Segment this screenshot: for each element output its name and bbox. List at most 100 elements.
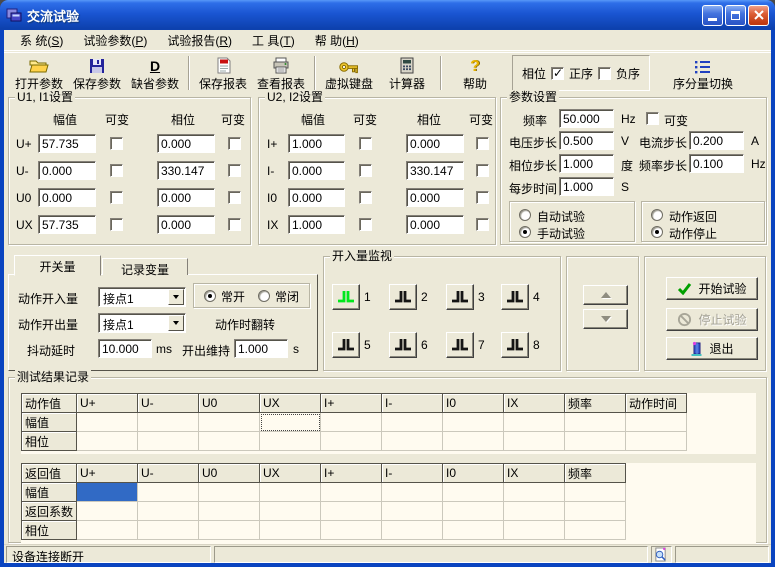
ix-phase-input[interactable] xyxy=(406,215,464,234)
exit-button[interactable]: 退出 xyxy=(666,337,758,360)
i0-phase-var-checkbox[interactable] xyxy=(476,191,489,204)
frequency-input[interactable] xyxy=(559,109,614,128)
menu-system[interactable]: 系 统(S) xyxy=(10,30,73,51)
result-cell[interactable] xyxy=(382,521,443,540)
u-minus-phase-var-checkbox[interactable] xyxy=(228,164,241,177)
result-cell[interactable] xyxy=(504,521,565,540)
u0-amp-var-checkbox[interactable] xyxy=(110,191,123,204)
result-cell[interactable] xyxy=(565,521,626,540)
action-return-radio[interactable] xyxy=(651,209,663,221)
u-minus-amp-var-checkbox[interactable] xyxy=(110,164,123,177)
result-cell[interactable] xyxy=(321,432,382,451)
i0-phase-input[interactable] xyxy=(406,188,464,207)
contact-indicator-4[interactable] xyxy=(501,284,529,310)
result-cell[interactable] xyxy=(565,432,626,451)
contact-indicator-8[interactable] xyxy=(501,332,529,358)
result-cell[interactable] xyxy=(382,432,443,451)
result-cell[interactable] xyxy=(565,502,626,521)
u-minus-phase-input[interactable] xyxy=(157,161,215,180)
action-stop-radio[interactable] xyxy=(651,226,663,238)
result-cell[interactable] xyxy=(504,483,565,502)
result-cell[interactable] xyxy=(138,502,199,521)
contact-indicator-1[interactable] xyxy=(332,284,360,310)
result-cell[interactable] xyxy=(138,432,199,451)
u0-phase-input[interactable] xyxy=(157,188,215,207)
result-cell[interactable] xyxy=(626,413,687,432)
ux-phase-input[interactable] xyxy=(157,215,215,234)
result-cell[interactable] xyxy=(504,413,565,432)
result-cell[interactable] xyxy=(199,502,260,521)
result-cell[interactable] xyxy=(565,413,626,432)
result-cell[interactable] xyxy=(565,483,626,502)
result-cell[interactable] xyxy=(504,432,565,451)
u-plus-amp-input[interactable] xyxy=(38,134,96,153)
result-cell[interactable] xyxy=(199,413,260,432)
result-cell[interactable] xyxy=(260,483,321,502)
result-cell[interactable] xyxy=(382,483,443,502)
result-cell[interactable] xyxy=(77,521,138,540)
freq-step-input[interactable] xyxy=(689,154,744,173)
contact-indicator-3[interactable] xyxy=(446,284,474,310)
ux-amp-input[interactable] xyxy=(38,215,96,234)
result-cell[interactable] xyxy=(443,413,504,432)
step-time-input[interactable] xyxy=(559,177,614,196)
report-search-button[interactable] xyxy=(651,546,672,563)
result-cell[interactable] xyxy=(138,521,199,540)
maximize-button[interactable] xyxy=(725,5,746,26)
result-cell[interactable] xyxy=(199,483,260,502)
result-cell[interactable] xyxy=(504,502,565,521)
result-cell[interactable] xyxy=(199,432,260,451)
result-cell[interactable] xyxy=(138,483,199,502)
phase-step-input[interactable] xyxy=(559,154,614,173)
tab-record-variable[interactable]: 记录变量 xyxy=(102,258,188,275)
normally-closed-radio[interactable] xyxy=(258,290,270,302)
default-params-button[interactable]: D 缺省参数 xyxy=(126,54,184,92)
result-cell[interactable] xyxy=(443,432,504,451)
result-cell[interactable] xyxy=(626,432,687,451)
contact-indicator-2[interactable] xyxy=(389,284,417,310)
i0-amp-var-checkbox[interactable] xyxy=(359,191,372,204)
calculator-button[interactable]: 计算器 xyxy=(378,54,436,92)
minimize-button[interactable] xyxy=(702,5,723,26)
result-cell[interactable] xyxy=(443,483,504,502)
menu-help[interactable]: 帮 助(H) xyxy=(305,30,369,51)
ix-phase-var-checkbox[interactable] xyxy=(476,218,489,231)
i-plus-amp-input[interactable] xyxy=(288,134,345,153)
result-cell[interactable] xyxy=(260,521,321,540)
i-minus-phase-var-checkbox[interactable] xyxy=(476,164,489,177)
u-plus-phase-input[interactable] xyxy=(157,134,215,153)
u-plus-phase-var-checkbox[interactable] xyxy=(228,137,241,150)
result-cell-selected[interactable] xyxy=(77,483,138,502)
current-step-input[interactable] xyxy=(689,131,744,150)
result-cell[interactable] xyxy=(443,521,504,540)
i-minus-amp-input[interactable] xyxy=(288,161,345,180)
help-button[interactable]: ? 帮助 xyxy=(446,54,504,92)
view-report-button[interactable]: 查看报表 xyxy=(252,54,310,92)
save-report-button[interactable]: 保存报表 xyxy=(194,54,252,92)
i-plus-phase-input[interactable] xyxy=(406,134,464,153)
close-button[interactable] xyxy=(748,5,769,26)
result-cell[interactable] xyxy=(321,483,382,502)
voltage-step-input[interactable] xyxy=(559,131,614,150)
normally-open-radio[interactable] xyxy=(204,290,216,302)
freq-variable-checkbox[interactable] xyxy=(646,112,659,125)
virtual-keyboard-button[interactable]: 虚拟键盘 xyxy=(320,54,378,92)
i-minus-amp-var-checkbox[interactable] xyxy=(359,164,372,177)
result-cell[interactable] xyxy=(77,502,138,521)
action-output-combobox[interactable]: 接点1 xyxy=(98,313,186,333)
result-cell-focused[interactable] xyxy=(260,413,321,432)
result-cell[interactable] xyxy=(321,521,382,540)
result-cell[interactable] xyxy=(260,502,321,521)
u0-amp-input[interactable] xyxy=(38,188,96,207)
result-cell[interactable] xyxy=(321,502,382,521)
ix-amp-input[interactable] xyxy=(288,215,345,234)
contact-indicator-5[interactable] xyxy=(332,332,360,358)
combo-dropdown-button[interactable] xyxy=(168,289,184,305)
start-test-button[interactable]: 开始试验 xyxy=(666,277,758,300)
contact-indicator-7[interactable] xyxy=(446,332,474,358)
i-plus-phase-var-checkbox[interactable] xyxy=(476,137,489,150)
result-cell[interactable] xyxy=(77,432,138,451)
result-cell[interactable] xyxy=(382,502,443,521)
ux-amp-var-checkbox[interactable] xyxy=(110,218,123,231)
u0-phase-var-checkbox[interactable] xyxy=(228,191,241,204)
